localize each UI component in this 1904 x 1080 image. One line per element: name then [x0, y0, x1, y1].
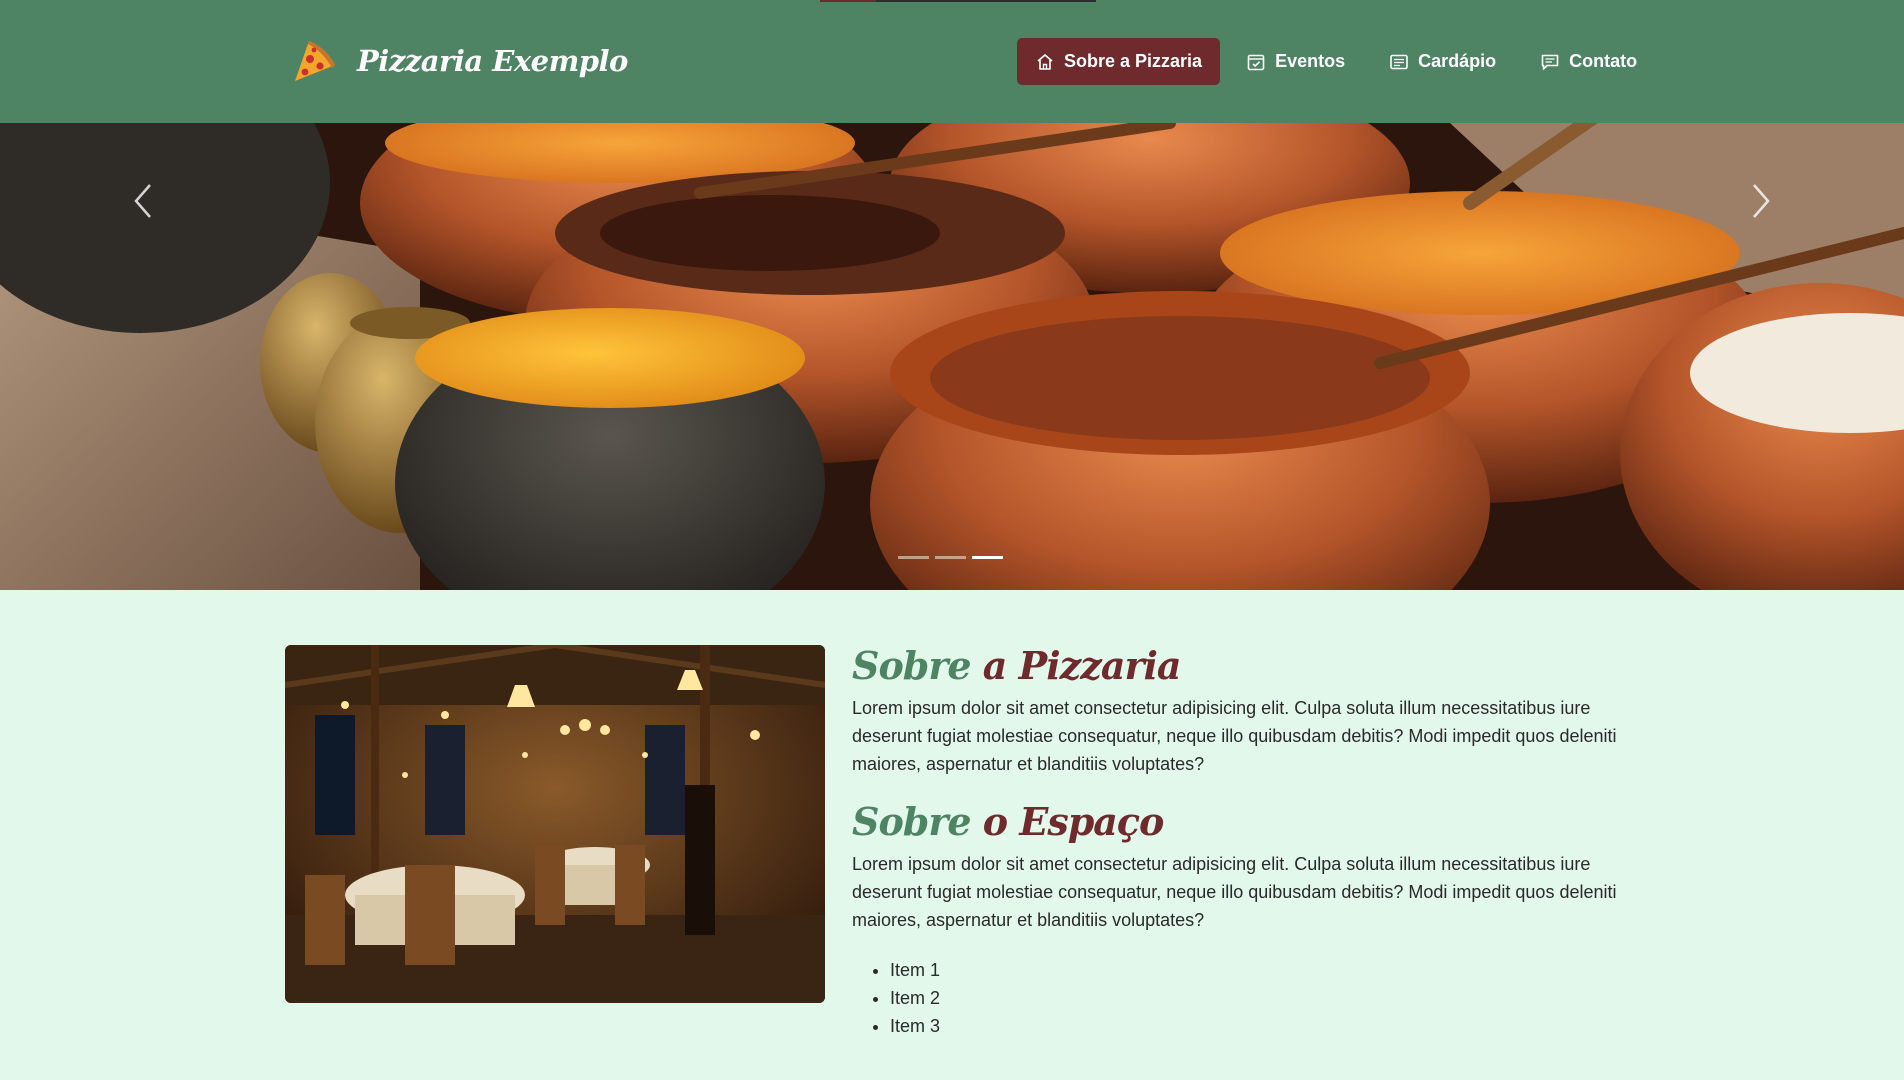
nav-item-label: Eventos [1275, 51, 1346, 71]
space-title: Sobre o Espaço [852, 799, 1164, 844]
nav-item-contato[interactable]: Contato [1522, 38, 1655, 85]
chevron-right-icon [1753, 184, 1770, 218]
brand[interactable]: Pizzaria Exemplo [287, 34, 628, 88]
main-nav: Sobre a Pizzaria Eventos Cardápio Contat… [1017, 38, 1663, 85]
nav-item-label: Sobre a Pizzaria [1064, 51, 1203, 71]
restaurant-interior-photo [285, 645, 825, 1003]
about-text: Lorem ipsum dolor sit amet consectetur a… [852, 698, 1617, 774]
pizza-slice-icon [295, 41, 335, 81]
navbar: Pizzaria Exemplo Sobre a Pizzaria Evento… [0, 0, 1904, 123]
calendar-check-icon [1247, 54, 1265, 70]
carousel-prev-button[interactable] [120, 178, 166, 224]
carousel-indicator-1[interactable] [898, 556, 929, 559]
carousel-next-button[interactable] [1738, 178, 1784, 224]
nav-item-cardapio[interactable]: Cardápio [1371, 38, 1514, 85]
content-text-column: Sobre a Pizzaria Lorem ipsum dolor sit a… [852, 640, 1622, 1040]
brand-name: Pizzaria Exemplo [357, 44, 628, 78]
list-item: Item 1 [890, 956, 1622, 984]
nav-item-sobre[interactable]: Sobre a Pizzaria [1017, 38, 1221, 85]
about-title: Sobre a Pizzaria [852, 643, 1182, 688]
carousel-indicators [898, 556, 1003, 559]
nav-item-label: Cardápio [1418, 51, 1497, 71]
space-items-list: Item 1 Item 2 Item 3 [890, 956, 1622, 1040]
space-text: Lorem ipsum dolor sit amet consectetur a… [852, 854, 1617, 930]
nav-item-label: Contato [1569, 51, 1638, 71]
chat-icon [1541, 54, 1559, 70]
home-icon [1037, 53, 1053, 70]
nav-item-eventos[interactable]: Eventos [1228, 38, 1363, 85]
carousel-indicator-3[interactable] [972, 556, 1003, 559]
hero-food-photo [0, 123, 1904, 590]
list-item: Item 2 [890, 984, 1622, 1012]
menu-list-icon [1390, 54, 1408, 69]
list-item: Item 3 [890, 1012, 1622, 1040]
chevron-left-icon [134, 184, 151, 218]
carousel-indicator-2[interactable] [935, 556, 966, 559]
top-accent-line [820, 0, 1096, 2]
hero-carousel [0, 123, 1904, 590]
